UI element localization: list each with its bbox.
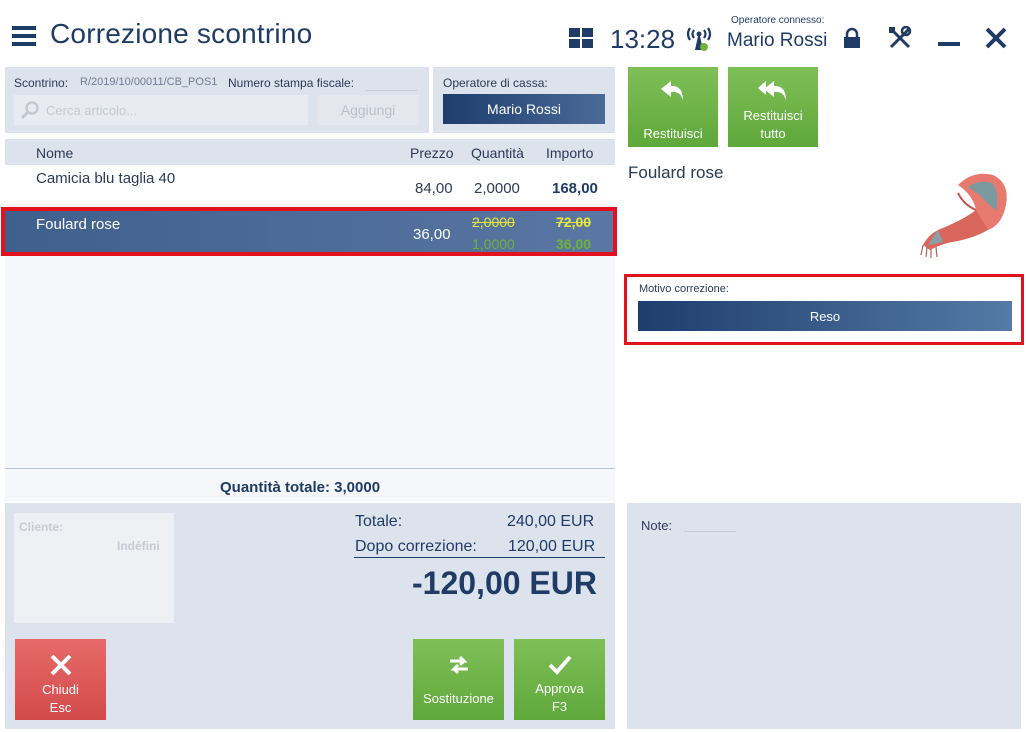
tiles-icon[interactable] — [569, 28, 593, 48]
receipt-label: Scontrino: — [14, 76, 69, 90]
page-title: Correzione scontrino — [50, 18, 313, 49]
column-header-price: Prezzo — [410, 145, 454, 161]
menu-icon[interactable] — [12, 26, 36, 46]
notes-panel — [627, 503, 1021, 729]
divider — [5, 468, 615, 469]
approve-button[interactable]: Approva F3 — [514, 639, 605, 720]
tools-icon[interactable] — [888, 26, 912, 50]
row-item-price: 84,00 — [415, 180, 453, 197]
after-correction-value: 120,00 EUR — [508, 538, 596, 555]
approve-shortcut: F3 — [551, 699, 568, 714]
fiscal-number-label: Numero stampa fiscale: — [228, 76, 355, 90]
client-value: Indéfini — [117, 539, 160, 553]
difference-total: -120,00 EUR — [412, 565, 597, 601]
row-item-amount-old: 72,00 — [556, 214, 592, 230]
replace-label: Sostituzione — [423, 691, 494, 706]
replace-button[interactable]: Sostituzione — [413, 639, 504, 720]
row-item-amount: 168,00 — [552, 180, 598, 197]
after-correction-label: Dopo correzione: — [355, 538, 477, 555]
row-item-quantity: 2,0000 — [474, 180, 520, 197]
swap-icon — [449, 655, 468, 675]
correction-reason-label: Motivo correzione: — [639, 283, 729, 295]
correction-reason-select[interactable]: Reso — [638, 301, 1012, 331]
row-item-price: 36,00 — [413, 226, 451, 243]
add-button[interactable]: Aggiungi — [317, 95, 419, 125]
return-button[interactable]: Restituisci — [628, 67, 718, 147]
clock: 13:28 — [610, 24, 676, 54]
divider — [354, 557, 605, 558]
check-icon — [548, 655, 572, 675]
minimize-icon[interactable] — [938, 42, 960, 46]
column-header-amount: Importo — [546, 145, 594, 161]
return-icon — [661, 81, 683, 101]
notes-input[interactable] — [684, 531, 736, 532]
row-item-quantity-new: 1,0000 — [472, 236, 515, 252]
return-all-label-line2: tutto — [760, 126, 786, 141]
approve-label: Approva — [535, 681, 584, 696]
cashier-label: Operatore di cassa: — [443, 76, 548, 90]
close-icon[interactable] — [985, 27, 1007, 49]
total-quantity: Quantità totale: 3,0000 — [220, 479, 381, 496]
cashier-select-button[interactable]: Mario Rossi — [443, 94, 605, 124]
column-header-quantity: Quantità — [471, 145, 524, 161]
column-header-name: Nome — [36, 145, 74, 161]
total-value: 240,00 EUR — [507, 513, 595, 530]
notes-label: Note: — [641, 518, 673, 533]
search-placeholder: Cerca articolo... — [46, 103, 138, 118]
receipt-number: R/2019/10/00011/CB_POS1 — [80, 76, 218, 88]
close-button[interactable]: Chiudi Esc — [15, 639, 106, 720]
lock-icon[interactable] — [841, 27, 863, 49]
operator-name: Mario Rossi — [727, 30, 828, 51]
product-name: Foulard rose — [628, 163, 724, 182]
row-item-name: Foulard rose — [36, 216, 121, 233]
close-x-icon — [50, 654, 71, 676]
return-all-button[interactable]: Restituisci tutto — [728, 67, 818, 147]
total-label: Totale: — [355, 513, 403, 530]
product-image — [920, 173, 1007, 258]
return-label: Restituisci — [643, 126, 703, 141]
row-item-amount-new: 36,00 — [556, 236, 592, 252]
return-all-icon — [758, 81, 786, 101]
close-shortcut: Esc — [49, 700, 72, 715]
row-item-quantity-old: 2,0000 — [472, 214, 515, 230]
operator-label: Operatore connesso: — [731, 15, 825, 26]
antenna-icon — [686, 27, 712, 51]
client-label: Cliente: — [19, 520, 64, 534]
close-label: Chiudi — [42, 682, 79, 697]
row-item-name: Camicia blu taglia 40 — [36, 170, 176, 187]
return-all-label-line1: Restituisci — [743, 108, 803, 123]
search-icon — [20, 101, 39, 120]
fiscal-number-field[interactable] — [365, 90, 417, 91]
